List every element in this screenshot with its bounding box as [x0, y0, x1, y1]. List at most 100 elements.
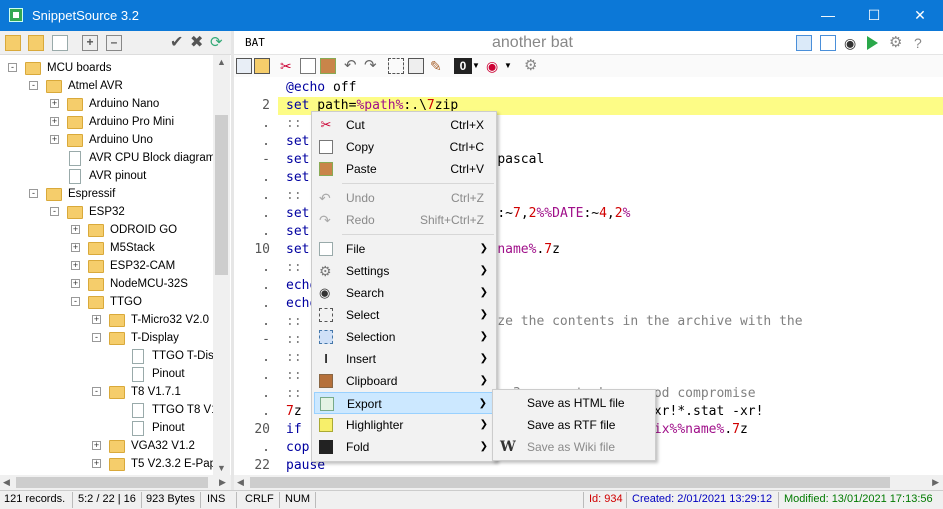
save-icon[interactable]	[236, 58, 252, 74]
tree-item[interactable]: + T-Micro32 V2.0	[0, 311, 213, 329]
expand-icon[interactable]: +	[92, 441, 101, 450]
expand-icon[interactable]: +	[71, 225, 80, 234]
code-token: %	[622, 206, 631, 221]
expand-icon[interactable]: +	[92, 459, 101, 468]
menu-item-clipboard[interactable]: Clipboard ❯	[314, 370, 494, 392]
collapse-all-icon[interactable]: –	[106, 35, 122, 51]
brush-icon[interactable]: ✎	[430, 58, 446, 74]
editor-toolbar: ✂ ↶ ↷ ✎ 0 ▼ ◉ ▼ ⚙	[234, 55, 943, 77]
tree-item[interactable]: - Espressif	[0, 185, 213, 203]
expand-icon[interactable]: +	[92, 315, 101, 324]
tree-item[interactable]: + Arduino Nano	[0, 95, 213, 113]
add-folder-icon[interactable]	[5, 35, 21, 51]
gear-icon[interactable]: ⚙	[524, 58, 540, 74]
expand-icon[interactable]: +	[71, 243, 80, 252]
tree-item[interactable]: + ESP32-CAM	[0, 257, 213, 275]
editor-horizontal-scrollbar[interactable]: ◀ ▶	[234, 475, 943, 490]
tree-item[interactable]: - MCU boards	[0, 59, 213, 77]
add-document-icon[interactable]	[52, 35, 68, 51]
tree-item[interactable]: TTGO T-Disp	[0, 347, 213, 365]
collapse-icon[interactable]: -	[29, 189, 38, 198]
collapse-icon[interactable]: -	[8, 63, 17, 72]
menu-item-settings[interactable]: ⚙ Settings ❯	[314, 260, 494, 282]
collapse-icon[interactable]: -	[92, 333, 101, 342]
tree-item[interactable]: - T8 V1.7.1	[0, 383, 213, 401]
menu-item-highlighter[interactable]: Highlighter ❯	[314, 414, 494, 436]
expand-icon[interactable]: +	[71, 261, 80, 270]
menu-item-fold[interactable]: Fold ❯	[314, 436, 494, 458]
menu-item-search[interactable]: ◉ Search ❯	[314, 282, 494, 304]
tree-item[interactable]: TTGO T8 V1.7	[0, 401, 213, 419]
tree-item[interactable]: + Arduino Pro Mini	[0, 113, 213, 131]
tree-item[interactable]: - ESP32	[0, 203, 213, 221]
close-button[interactable]: ✕	[897, 0, 943, 31]
tree-item[interactable]: - T-Display	[0, 329, 213, 347]
code-token: set	[286, 224, 310, 239]
tree-item[interactable]: AVR CPU Block diagram	[0, 149, 213, 167]
expand-icon[interactable]: +	[71, 279, 80, 288]
clipboard-icon[interactable]	[408, 58, 424, 74]
code-token: 7	[732, 422, 740, 437]
bookmark-zero-icon[interactable]: 0	[454, 58, 472, 74]
gear-icon[interactable]: ⚙	[889, 35, 905, 51]
tree-item[interactable]: + ODROID GO	[0, 221, 213, 239]
chevron-down-icon[interactable]: ▼	[504, 58, 520, 74]
bookmark-clear-icon[interactable]: ◉	[486, 58, 502, 74]
snippet-tree[interactable]: - MCU boards - Atmel AVR + Arduino Nano + Ardui…	[0, 55, 213, 475]
tree-item[interactable]: - TTGO	[0, 293, 213, 311]
layout-icon[interactable]	[796, 35, 812, 51]
copy-icon[interactable]	[300, 58, 316, 74]
tree-item[interactable]: + Arduino Uno	[0, 131, 213, 149]
run-icon[interactable]	[867, 36, 878, 50]
paste-icon[interactable]	[320, 58, 336, 74]
menu-item-paste[interactable]: Paste Ctrl+V	[314, 158, 494, 180]
tree-item[interactable]: + T5 V2.3.2 E-Pape	[0, 455, 213, 473]
binoculars-icon[interactable]: ◉	[844, 35, 860, 51]
menu-item-label: Highlighter	[346, 418, 404, 432]
expand-icon[interactable]: +	[50, 99, 59, 108]
menu-item-copy[interactable]: Copy Ctrl+C	[314, 136, 494, 158]
collapse-icon[interactable]: -	[92, 387, 101, 396]
tree-item[interactable]: + VGA32 V1.2	[0, 437, 213, 455]
menu-item-select[interactable]: Select ❯	[314, 304, 494, 326]
collapse-icon[interactable]: -	[29, 81, 38, 90]
chevron-right-icon: ❯	[478, 398, 487, 409]
tree-item[interactable]: - Atmel AVR	[0, 77, 213, 95]
code-token: set	[286, 206, 310, 221]
save-all-icon[interactable]	[254, 58, 270, 74]
cut-icon[interactable]: ✂	[280, 58, 296, 74]
line-number: .	[262, 188, 270, 203]
menu-item-insert[interactable]: I Insert ❯	[314, 348, 494, 370]
submenu-item[interactable]: Save as RTF file	[495, 414, 653, 436]
tree-item[interactable]: Pinout	[0, 365, 213, 383]
menu-item-cut[interactable]: ✂ Cut Ctrl+X	[314, 114, 494, 136]
select-icon[interactable]	[388, 58, 404, 74]
add-subfolder-icon[interactable]	[28, 35, 44, 51]
refresh-icon[interactable]: ⟳	[210, 35, 226, 51]
menu-item-export[interactable]: Export ❯	[314, 392, 494, 414]
expand-icon[interactable]: +	[50, 135, 59, 144]
folder-icon	[67, 206, 83, 219]
collapse-icon[interactable]: -	[50, 207, 59, 216]
minimize-button[interactable]: —	[805, 0, 851, 31]
menu-item-file[interactable]: File ❯	[314, 238, 494, 260]
window-icon[interactable]	[820, 35, 836, 51]
check-icon[interactable]: ✔	[170, 35, 186, 51]
maximize-button[interactable]: ☐	[851, 0, 897, 31]
tree-item[interactable]: + M5Stack	[0, 239, 213, 257]
tree-item[interactable]: + NodeMCU-32S	[0, 275, 213, 293]
submenu-item[interactable]: Save as HTML file	[495, 392, 653, 414]
tree-horizontal-scrollbar[interactable]: ◀ ▶	[0, 475, 231, 490]
tree-vertical-scrollbar[interactable]: ▲ ▼	[213, 55, 230, 475]
undo-icon[interactable]: ↶	[344, 58, 360, 74]
tree-item[interactable]: AVR pinout	[0, 167, 213, 185]
menu-item-selection[interactable]: Selection ❯	[314, 326, 494, 348]
expand-all-icon[interactable]: +	[82, 35, 98, 51]
collapse-icon[interactable]: -	[71, 297, 80, 306]
redo-icon[interactable]: ↷	[364, 58, 380, 74]
menu-item-label: File	[346, 242, 366, 256]
tree-item[interactable]: Pinout	[0, 419, 213, 437]
help-icon[interactable]: ?	[914, 35, 930, 51]
delete-icon[interactable]: ✖	[190, 35, 206, 51]
expand-icon[interactable]: +	[50, 117, 59, 126]
